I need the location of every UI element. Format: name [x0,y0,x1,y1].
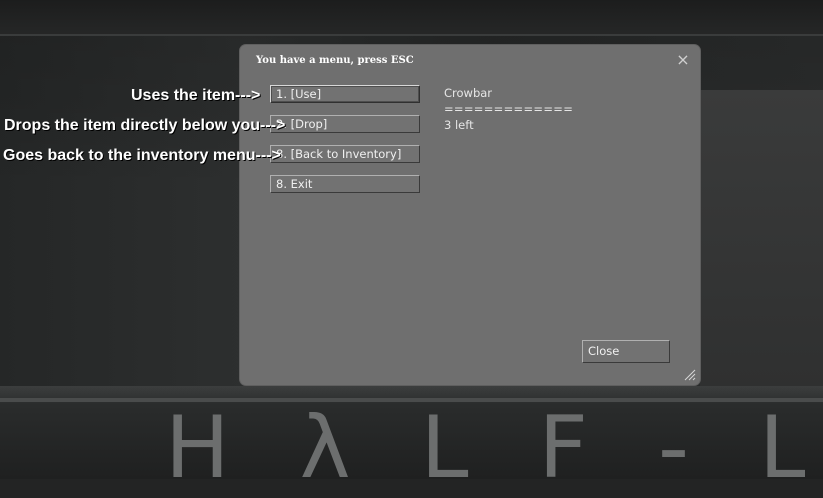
close-button[interactable]: Close [582,340,670,363]
item-separator: ============= [444,102,574,116]
menu-button-back-to-inventory[interactable]: 8. [Back to Inventory] [270,145,420,163]
menu-button-drop[interactable]: 2. [Drop] [270,115,420,133]
annotation-back-to-inventory: Goes back to the inventory menu---> [3,147,281,164]
background-wall-panel [700,90,823,390]
background-ceiling [0,0,823,36]
item-count: 3 left [444,118,474,132]
annotation-drop: Drops the item directly below you---> [4,117,286,134]
menu-dialog: You have a menu, press ESC × 1. [Use] 2.… [240,45,700,385]
game-logo: HλLF-L [165,398,805,498]
menu-button-use[interactable]: 1. [Use] [270,85,420,103]
annotation-use: Uses the item---> [131,87,261,104]
background-wall-line [0,34,823,36]
dialog-title: You have a menu, press ESC [256,55,414,66]
menu-button-exit[interactable]: 8. Exit [270,175,420,193]
resize-grip-icon[interactable] [684,369,696,381]
close-icon[interactable]: × [676,52,690,68]
item-name: Crowbar [444,86,493,100]
